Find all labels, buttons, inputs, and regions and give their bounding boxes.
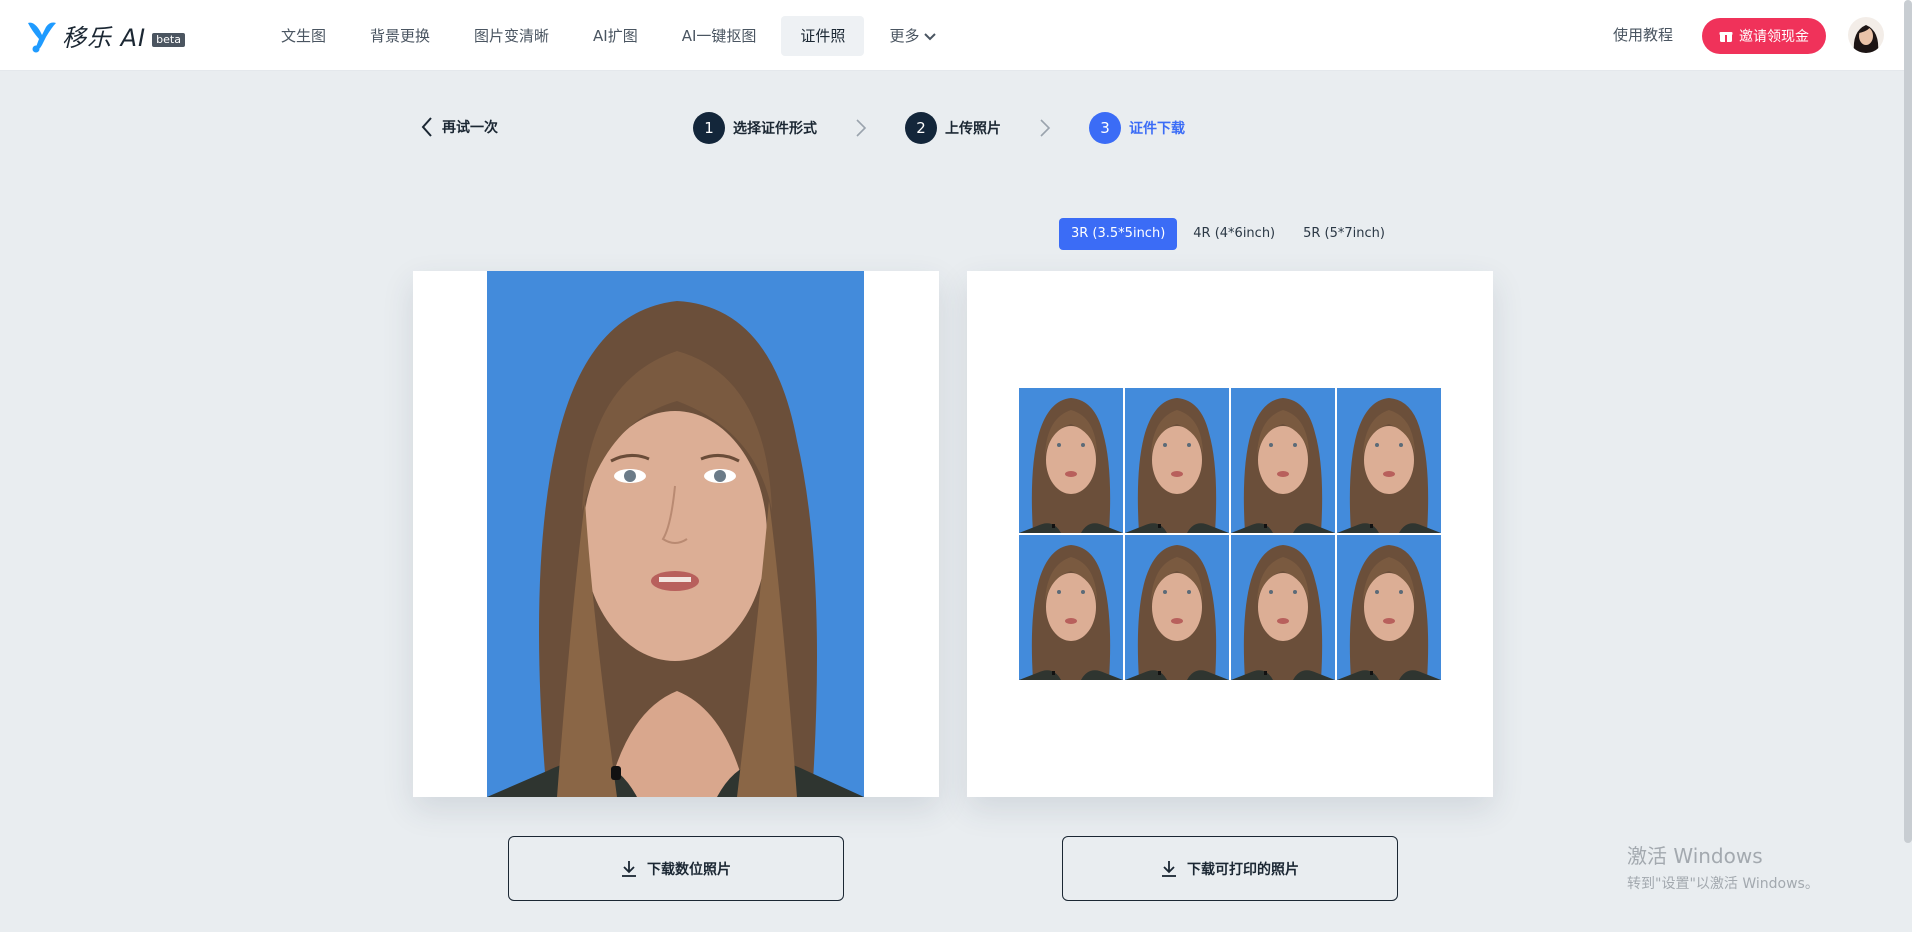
nav-text-to-image[interactable]: 文生图	[262, 16, 345, 56]
step-1: 1 选择证件形式	[693, 112, 817, 144]
digital-photo-panel	[413, 271, 939, 797]
chevron-right-icon	[856, 119, 867, 137]
download-printable-label: 下载可打印的照片	[1187, 861, 1299, 878]
invite-cash-label: 邀请领现金	[1739, 29, 1809, 45]
step-3: 3 证件下载	[1089, 112, 1185, 144]
logo[interactable]: 移乐 AI beta	[26, 18, 185, 53]
nav-more[interactable]: 更多	[870, 16, 956, 56]
printable-sheet-panel	[967, 271, 1493, 797]
download-icon	[622, 860, 636, 877]
beta-badge: beta	[152, 32, 185, 47]
step-3-label: 证件下载	[1129, 121, 1185, 137]
retry-label: 再试一次	[442, 120, 498, 136]
sheet-photo	[1337, 535, 1441, 680]
step-2-label: 上传照片	[945, 121, 1001, 137]
avatar-image	[1848, 17, 1884, 53]
download-digital-label: 下载数位照片	[647, 861, 731, 878]
logo-icon	[28, 22, 56, 52]
invite-cash-button[interactable]: 邀请领现金	[1702, 18, 1826, 54]
step-1-number: 1	[693, 112, 725, 144]
tutorial-link[interactable]: 使用教程	[1613, 24, 1673, 45]
logo-text: 移乐 AI	[62, 24, 147, 52]
nav-background-replace[interactable]: 背景更换	[351, 16, 449, 56]
chevron-down-icon	[924, 33, 937, 41]
download-printable-button[interactable]: 下载可打印的照片	[1062, 836, 1398, 901]
sheet-photo	[1125, 535, 1229, 680]
step-3-number: 3	[1089, 112, 1121, 144]
download-digital-button[interactable]: 下载数位照片	[508, 836, 844, 901]
chevron-left-icon	[421, 117, 432, 137]
photo-sheet	[1019, 388, 1443, 680]
chevron-right-icon	[1040, 119, 1051, 137]
size-tab-3r[interactable]: 3R (3.5*5inch)	[1059, 218, 1178, 250]
step-1-label: 选择证件形式	[733, 121, 817, 137]
print-size-tabs: 3R (3.5*5inch) 4R (4*6inch) 5R (5*7inch)	[1059, 218, 1397, 250]
user-avatar[interactable]	[1848, 17, 1884, 53]
size-tab-4r[interactable]: 4R (4*6inch)	[1181, 218, 1287, 250]
watermark-subtitle: 转到"设置"以激活 Windows。	[1627, 876, 1819, 892]
step-2: 2 上传照片	[905, 112, 1001, 144]
sheet-photo	[1231, 535, 1335, 680]
sheet-photo	[1019, 535, 1123, 680]
nav-id-photo[interactable]: 证件照	[781, 16, 865, 56]
portrait-image	[487, 271, 864, 797]
nav-ai-expand[interactable]: AI扩图	[574, 16, 657, 56]
retry-button[interactable]: 再试一次	[420, 116, 498, 138]
size-tab-5r[interactable]: 5R (5*7inch)	[1291, 218, 1397, 250]
id-photo	[487, 271, 864, 797]
sheet-photo	[1125, 388, 1229, 533]
step-2-number: 2	[905, 112, 937, 144]
nav-ai-cutout[interactable]: AI一键抠图	[663, 16, 776, 56]
download-icon	[1162, 860, 1176, 877]
watermark-title: 激活 Windows	[1627, 844, 1763, 868]
windows-activation-watermark: 激活 Windows 转到"设置"以激活 Windows。	[1627, 840, 1819, 893]
sheet-photo	[1231, 388, 1335, 533]
sheet-photo	[1337, 388, 1441, 533]
gift-icon	[1719, 32, 1733, 42]
page-scrollbar[interactable]	[1904, 0, 1912, 843]
nav-image-enhance[interactable]: 图片变清晰	[455, 16, 568, 56]
top-header: 移乐 AI beta 文生图 背景更换 图片变清晰 AI扩图 AI一键抠图 证件…	[0, 0, 1912, 71]
nav-more-label: 更多	[889, 27, 920, 45]
main-nav: 文生图 背景更换 图片变清晰 AI扩图 AI一键抠图 证件照 更多	[262, 16, 956, 56]
sheet-photo	[1019, 388, 1123, 533]
